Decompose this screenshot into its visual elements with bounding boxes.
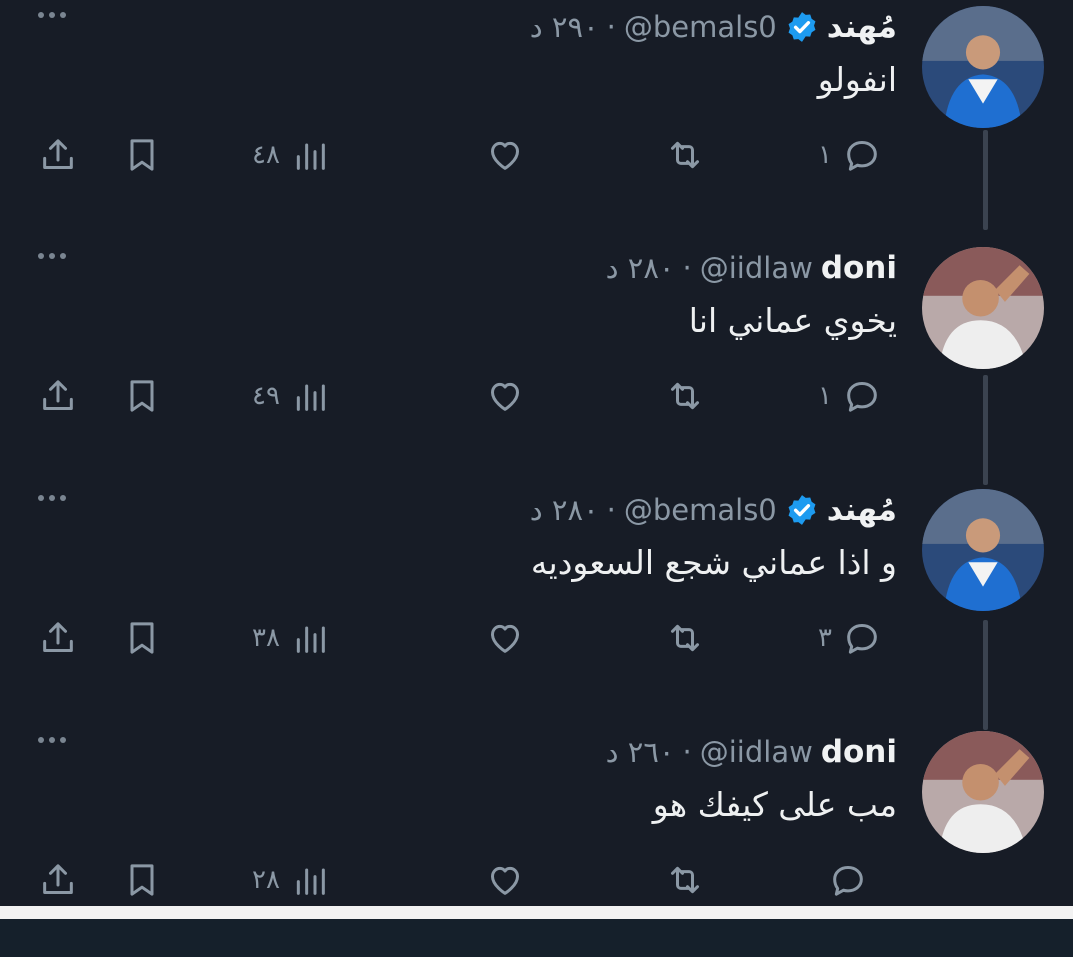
avatar[interactable] [922,6,1044,128]
reply-button[interactable]: ٣ [818,613,882,663]
like-icon [491,141,519,170]
dot-separator: · [606,10,616,44]
more-icon[interactable] [38,495,66,501]
reply-button[interactable] [818,855,868,905]
tweet[interactable]: doni @iidlaw · ٢٦٠ د مب على كيفك هو ٢٨ [0,727,1073,957]
tweet[interactable]: مُهند @bemals0 · ٢٩٠ د انفولو ١ ٤٨ [0,2,1073,232]
verified-badge-icon [788,12,816,42]
dot-separator: · [606,493,616,527]
bookmark-icon [130,622,154,654]
timestamp[interactable]: ٢٨٠ د [530,493,599,527]
handle[interactable]: @bemals0 [624,10,777,44]
views-button[interactable]: ٣٨ [252,613,330,663]
bottom-edge [0,906,1073,919]
share-icon [43,380,73,410]
retweet-icon [671,382,699,410]
reply-icon [847,624,877,654]
reply-icon [847,141,877,171]
avatar[interactable] [922,489,1044,611]
timestamp[interactable]: ٢٨٠ د [606,251,675,285]
bookmark-button[interactable] [122,371,162,421]
retweet-button[interactable] [665,855,705,905]
avatar[interactable] [922,247,1044,369]
bookmark-button[interactable] [122,613,162,663]
verified-badge-icon [788,495,816,525]
bookmark-button[interactable] [122,130,162,180]
like-button[interactable] [485,371,525,421]
avatar[interactable] [922,731,1044,853]
views-count: ٣٨ [252,623,280,653]
more-icon[interactable] [38,253,66,259]
tweet-text: مب على كيفك هو [652,785,897,824]
dot-separator: · [682,251,692,285]
retweet-button[interactable] [665,613,705,663]
share-icon [43,622,73,652]
views-count: ٤٨ [252,140,280,170]
views-button[interactable]: ٤٨ [252,130,330,180]
like-button[interactable] [485,855,525,905]
handle[interactable]: @bemals0 [624,493,777,527]
views-icon [296,384,325,411]
reply-button[interactable]: ١ [818,130,882,180]
tweet-header: doni @iidlaw · ٢٦٠ د [606,727,897,777]
share-icon [43,139,73,169]
retweet-button[interactable] [665,130,705,180]
views-button[interactable]: ٤٩ [252,371,330,421]
tweet-header: doni @iidlaw · ٢٨٠ د [606,243,897,293]
share-button[interactable] [38,371,78,421]
views-icon [296,868,325,895]
more-icon[interactable] [38,12,66,18]
retweet-button[interactable] [665,371,705,421]
views-icon [296,626,325,653]
author-name[interactable]: مُهند [827,492,897,528]
like-icon [491,624,519,653]
timestamp[interactable]: ٢٦٠ د [606,735,675,769]
retweet-icon [671,624,699,652]
like-button[interactable] [485,130,525,180]
tweet-text: و اذا عماني شجع السعوديه [530,543,897,582]
like-button[interactable] [485,613,525,663]
action-bar: ١ ٤٨ [0,130,1073,180]
bookmark-icon [130,380,154,412]
share-button[interactable] [38,130,78,180]
views-button[interactable]: ٢٨ [252,855,330,905]
views-count: ٢٨ [252,865,280,895]
reply-icon [847,382,877,412]
share-button[interactable] [38,855,78,905]
bookmark-button[interactable] [122,855,162,905]
more-icon[interactable] [38,737,66,743]
action-bar: ٣ ٣٨ [0,613,1073,663]
like-icon [491,866,519,895]
thread-view: مُهند @bemals0 · ٢٩٠ د انفولو ١ ٤٨ doni … [0,0,1073,906]
handle[interactable]: @iidlaw [700,251,813,285]
tweet[interactable]: مُهند @bemals0 · ٢٨٠ د و اذا عماني شجع ا… [0,485,1073,715]
bookmark-icon [130,864,154,896]
like-icon [491,382,519,411]
author-name[interactable]: مُهند [827,9,897,45]
author-name[interactable]: doni [821,250,897,286]
reply-count: ١ [818,140,832,170]
views-count: ٤٩ [252,381,280,411]
tweet[interactable]: doni @iidlaw · ٢٨٠ د يخوي عماني انا ١ ٤٩ [0,243,1073,473]
handle[interactable]: @iidlaw [700,735,813,769]
dot-separator: · [682,735,692,769]
share-button[interactable] [38,613,78,663]
reply-icon [833,866,863,896]
tweet-text: يخوي عماني انا [688,301,897,340]
tweet-text: انفولو [817,60,897,99]
tweet-header: مُهند @bemals0 · ٢٨٠ د [530,485,897,535]
timestamp[interactable]: ٢٩٠ د [530,10,599,44]
reply-count: ١ [818,381,832,411]
reply-button[interactable]: ١ [818,371,882,421]
views-icon [296,143,325,170]
author-name[interactable]: doni [821,734,897,770]
action-bar: ١ ٤٩ [0,371,1073,421]
action-bar: ٢٨ [0,855,1073,905]
retweet-icon [671,141,699,169]
bookmark-icon [130,139,154,171]
tweet-header: مُهند @bemals0 · ٢٩٠ د [530,2,897,52]
retweet-icon [671,866,699,894]
share-icon [43,864,73,894]
reply-count: ٣ [818,623,832,653]
